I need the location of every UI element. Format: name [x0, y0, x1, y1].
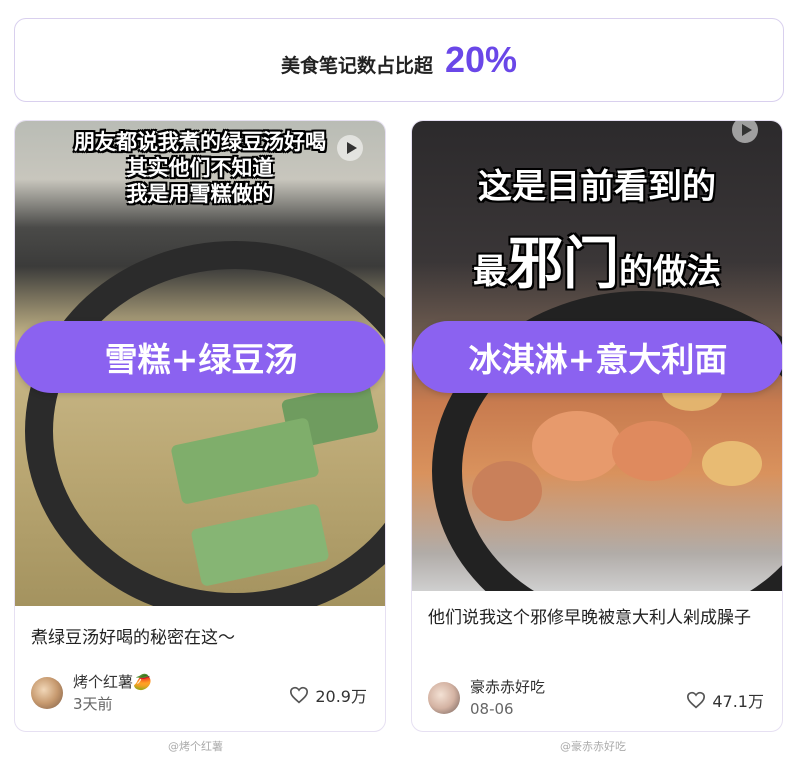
cover-caption-part: 最	[473, 252, 507, 292]
post-time: 08-06	[470, 700, 514, 718]
avatar[interactable]	[428, 682, 460, 714]
cover-caption-line: 其实他们不知道	[126, 156, 274, 180]
note-card[interactable]: 这是目前看到的 最邪门的做法 冰淇淋+意大利面 他们说我这个邪修早晚被意大利人剁…	[411, 120, 783, 732]
cover-caption: 最邪门的做法	[412, 219, 782, 300]
heart-icon	[290, 686, 309, 704]
like-button[interactable]: 20.9万	[289, 683, 367, 707]
cover-image[interactable]: 这是目前看到的 最邪门的做法 冰淇淋+意大利面	[412, 121, 782, 591]
source-credit: @烤个红薯	[168, 740, 223, 753]
avatar[interactable]	[31, 677, 63, 709]
cover-caption-part: 的做法	[619, 252, 721, 292]
heart-icon	[687, 691, 706, 709]
like-count: 20.9万	[315, 687, 367, 706]
stat-percent: 20%	[444, 39, 518, 80]
author-info[interactable]: 烤个红薯🥭 3天前	[31, 671, 152, 715]
play-icon[interactable]	[732, 121, 758, 143]
stat-banner: 美食笔记数占比超 20%	[14, 18, 784, 102]
like-button[interactable]: 47.1万	[686, 688, 764, 712]
source-credit: @豪赤赤好吃	[560, 740, 626, 753]
cover-caption-line: 我是用雪糕做的	[126, 182, 274, 206]
stat-label: 美食笔记数占比超	[280, 54, 433, 77]
combo-pill: 冰淇淋+意大利面	[412, 321, 782, 393]
food-shape	[612, 421, 692, 481]
cover-caption: 朋友都说我煮的绿豆汤好喝 其实他们不知道 我是用雪糕做的	[15, 129, 385, 207]
author-name[interactable]: 豪赤赤好吃	[470, 676, 545, 698]
cover-caption-line: 朋友都说我煮的绿豆汤好喝	[74, 130, 326, 154]
cover-image[interactable]: 朋友都说我煮的绿豆汤好喝 其实他们不知道 我是用雪糕做的 雪糕+绿豆汤	[15, 121, 385, 606]
note-title[interactable]: 他们说我这个邪修早晚被意大利人剁成臊子	[428, 603, 768, 633]
food-shape	[702, 441, 762, 486]
post-time: 3天前	[73, 695, 113, 713]
food-shape	[472, 461, 542, 521]
cover-caption: 这是目前看到的	[478, 167, 716, 207]
author-info[interactable]: 豪赤赤好吃 08-06	[428, 676, 545, 720]
food-shape	[532, 411, 622, 481]
like-count: 47.1万	[712, 692, 764, 711]
play-icon[interactable]	[337, 135, 363, 161]
note-title[interactable]: 煮绿豆汤好喝的秘密在这～	[31, 623, 371, 653]
cover-caption-emphasis: 邪门	[507, 232, 619, 297]
author-name[interactable]: 烤个红薯🥭	[73, 671, 152, 693]
note-card[interactable]: 朋友都说我煮的绿豆汤好喝 其实他们不知道 我是用雪糕做的 雪糕+绿豆汤 煮绿豆汤…	[14, 120, 386, 732]
combo-pill: 雪糕+绿豆汤	[15, 321, 385, 393]
